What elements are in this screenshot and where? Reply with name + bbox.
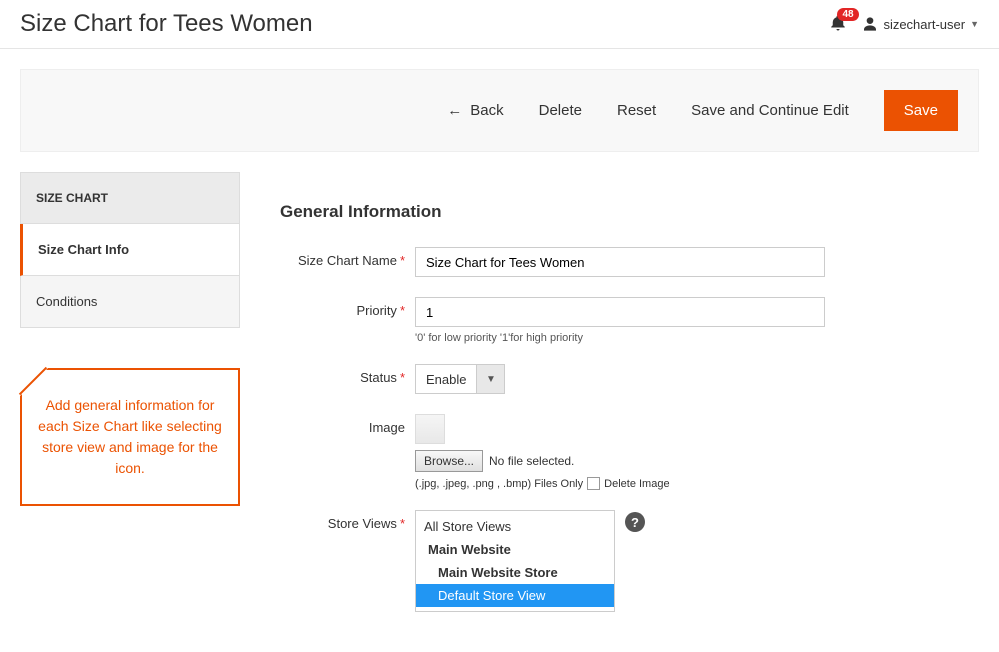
form-content: General Information Size Chart Name* Pri… [280, 172, 979, 632]
priority-helper: '0' for low priority '1'for high priorit… [415, 332, 825, 344]
action-bar: ←Back Delete Reset Save and Continue Edi… [20, 69, 979, 152]
info-callout: Add general information for each Size Ch… [20, 368, 240, 506]
save-button[interactable]: Save [884, 90, 958, 131]
save-continue-button[interactable]: Save and Continue Edit [691, 102, 849, 119]
row-status: Status* Enable ▼ [280, 364, 979, 394]
delete-image-checkbox[interactable] [587, 477, 600, 490]
browse-button[interactable]: Browse... [415, 450, 483, 472]
tab-size-chart-info[interactable]: Size Chart Info [20, 224, 240, 276]
store-views-label: Store Views* [280, 510, 415, 531]
store-option-store[interactable]: Main Website Store [416, 561, 614, 584]
reset-button[interactable]: Reset [617, 102, 656, 119]
name-label: Size Chart Name* [280, 247, 415, 268]
store-option-all[interactable]: All Store Views [416, 515, 614, 538]
main-layout: SIZE CHART Size Chart Info Conditions Ad… [0, 172, 999, 652]
store-option-website[interactable]: Main Website [416, 538, 614, 561]
delete-button[interactable]: Delete [539, 102, 582, 119]
status-select[interactable]: Enable ▼ [415, 364, 505, 394]
row-name: Size Chart Name* [280, 247, 979, 277]
header-actions: 48 sizechart-user ▼ [829, 14, 979, 35]
back-button[interactable]: ←Back [447, 102, 503, 119]
store-views-listbox[interactable]: All Store Views Main Website Main Websit… [415, 510, 615, 612]
status-value: Enable [416, 365, 476, 393]
notification-count-badge: 48 [837, 8, 858, 21]
help-icon[interactable]: ? [625, 512, 645, 532]
page-header: Size Chart for Tees Women 48 sizechart-u… [0, 0, 999, 49]
chevron-down-icon: ▼ [476, 365, 504, 393]
image-helper-row: (.jpg, .jpeg, .png , .bmp) Files Only De… [415, 477, 825, 490]
row-image: Image Browse... No file selected. (.jpg,… [280, 414, 979, 490]
back-arrow-icon: ← [447, 102, 462, 119]
sidebar-panel-title: SIZE CHART [20, 172, 240, 224]
tab-conditions[interactable]: Conditions [20, 276, 240, 328]
username-label: sizechart-user [883, 17, 965, 32]
store-option-view[interactable]: Default Store View [416, 584, 614, 607]
notifications-button[interactable]: 48 [829, 14, 847, 35]
section-title: General Information [280, 202, 979, 222]
priority-label: Priority* [280, 297, 415, 318]
user-icon [862, 16, 878, 32]
status-label: Status* [280, 364, 415, 385]
page-title: Size Chart for Tees Women [20, 10, 313, 38]
row-priority: Priority* '0' for low priority '1'for hi… [280, 297, 979, 344]
chevron-down-icon: ▼ [970, 19, 979, 29]
sidebar: SIZE CHART Size Chart Info Conditions Ad… [20, 172, 240, 632]
image-thumbnail [415, 414, 445, 444]
priority-input[interactable] [415, 297, 825, 327]
user-menu[interactable]: sizechart-user ▼ [862, 16, 979, 32]
row-store-views: Store Views* All Store Views Main Websit… [280, 510, 979, 612]
image-label: Image [280, 414, 415, 435]
image-filetype-helper: (.jpg, .jpeg, .png , .bmp) Files Only [415, 478, 583, 490]
no-file-label: No file selected. [489, 454, 574, 468]
delete-image-label: Delete Image [604, 478, 669, 490]
name-input[interactable] [415, 247, 825, 277]
